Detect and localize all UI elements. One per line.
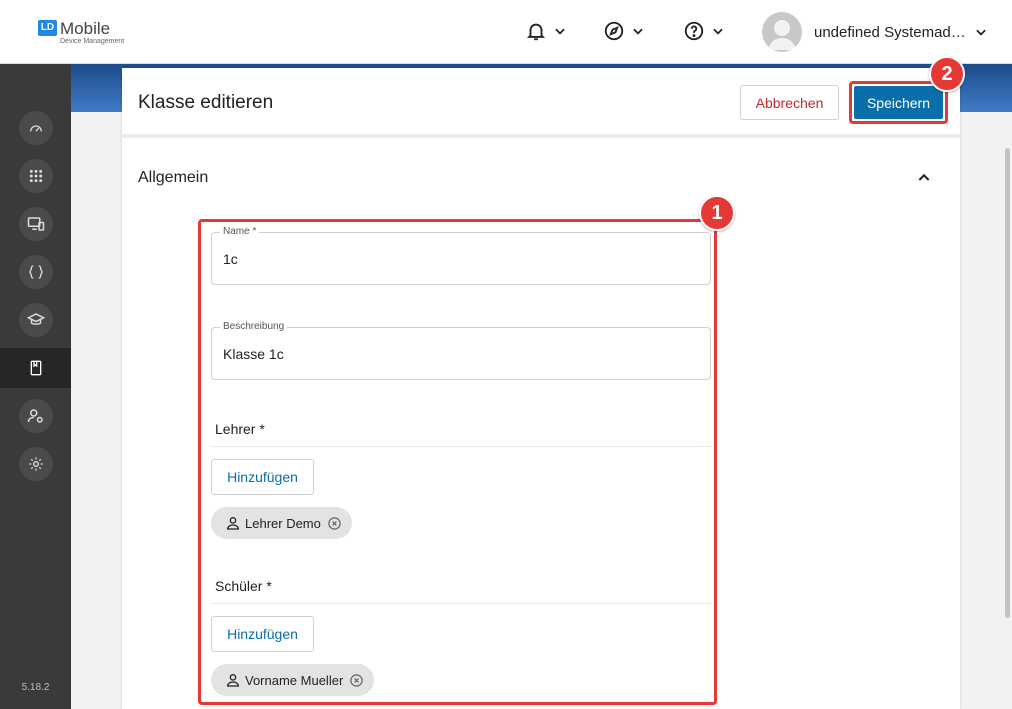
chevron-down-icon (713, 28, 723, 35)
apps-grid-icon (29, 169, 42, 183)
sidebar-item-devices[interactable] (0, 204, 71, 244)
app-logo[interactable]: LD Mobile Device Management (38, 20, 124, 45)
name-field-value: 1c (223, 251, 238, 267)
user-name: undefined Systemadmi... (814, 23, 966, 41)
devices-icon (27, 217, 44, 231)
school-icon (26, 313, 45, 325)
sidebar-item-user-management[interactable] (0, 396, 71, 436)
sidebar-item-classes[interactable] (0, 348, 71, 388)
sidebar-item-profiles[interactable] (0, 252, 71, 292)
top-bar: LD Mobile Device Management undefined Sy… (0, 0, 1012, 64)
help-menu[interactable] (683, 20, 725, 42)
notifications-menu[interactable] (525, 20, 567, 42)
compass-icon (604, 21, 624, 41)
edit-class-card: Klasse editieren Abbrechen Speichern All… (122, 68, 960, 709)
chevron-down-icon (633, 28, 643, 35)
bell-icon (526, 23, 546, 41)
name-field-label: Name * (220, 226, 260, 237)
divider (211, 446, 711, 447)
student-chip-label: Vorname Mueller (245, 672, 344, 688)
person-icon (226, 517, 240, 530)
help-icon (684, 21, 704, 41)
callout-badge-2: 2 (929, 56, 965, 92)
remove-chip-icon[interactable] (327, 516, 342, 531)
explore-menu[interactable] (603, 20, 645, 42)
section-title-general: Allgemein (138, 169, 209, 186)
sidebar-item-dashboard[interactable] (0, 108, 71, 148)
sidebar: 5.18.2 (0, 64, 71, 709)
code-braces-icon (28, 265, 43, 279)
user-menu[interactable]: undefined Systemadmi... (762, 12, 988, 52)
students-label: Schüler * (215, 578, 272, 594)
cancel-button[interactable]: Abbrechen (740, 85, 839, 120)
add-student-button[interactable]: Hinzufügen (211, 616, 314, 652)
sidebar-item-school[interactable] (0, 300, 71, 340)
chevron-down-icon (555, 28, 565, 35)
logo-title: Mobile (60, 19, 111, 38)
settings-gear-icon (28, 457, 43, 471)
remove-chip-icon[interactable] (349, 673, 364, 688)
teacher-chip: Lehrer Demo (211, 507, 352, 539)
card-header: Klasse editieren Abbrechen Speichern (122, 68, 960, 138)
user-settings-icon (27, 409, 43, 423)
person-icon (226, 674, 240, 687)
description-field[interactable]: Beschreibung Klasse 1c (211, 321, 711, 380)
description-field-value: Klasse 1c (223, 346, 284, 362)
app-version: 5.18.2 (21, 682, 50, 693)
logo-mark: LD (38, 20, 57, 36)
avatar (762, 12, 802, 52)
chevron-up-icon[interactable] (916, 170, 932, 186)
divider (211, 603, 711, 604)
dashboard-icon (29, 125, 42, 132)
form-highlight: Name * 1c Beschreibung Klasse 1c Lehrer … (198, 219, 717, 705)
student-chip: Vorname Mueller (211, 664, 375, 696)
save-button[interactable]: Speichern (854, 86, 943, 119)
sidebar-item-settings[interactable] (0, 444, 71, 484)
teachers-label: Lehrer * (215, 421, 265, 437)
name-field[interactable]: Name * 1c (211, 226, 711, 285)
save-button-highlight: Speichern (849, 81, 948, 124)
page-title: Klasse editieren (138, 92, 274, 113)
scrollbar[interactable] (1005, 148, 1010, 618)
add-teacher-button[interactable]: Hinzufügen (211, 459, 314, 495)
sidebar-item-apps[interactable] (0, 156, 71, 196)
logo-subtitle: Device Management (60, 38, 125, 45)
description-field-label: Beschreibung (220, 321, 288, 332)
chevron-down-icon (976, 29, 986, 36)
class-book-icon (30, 360, 41, 376)
callout-badge-1: 1 (699, 195, 735, 231)
teacher-chip-label: Lehrer Demo (245, 515, 321, 531)
